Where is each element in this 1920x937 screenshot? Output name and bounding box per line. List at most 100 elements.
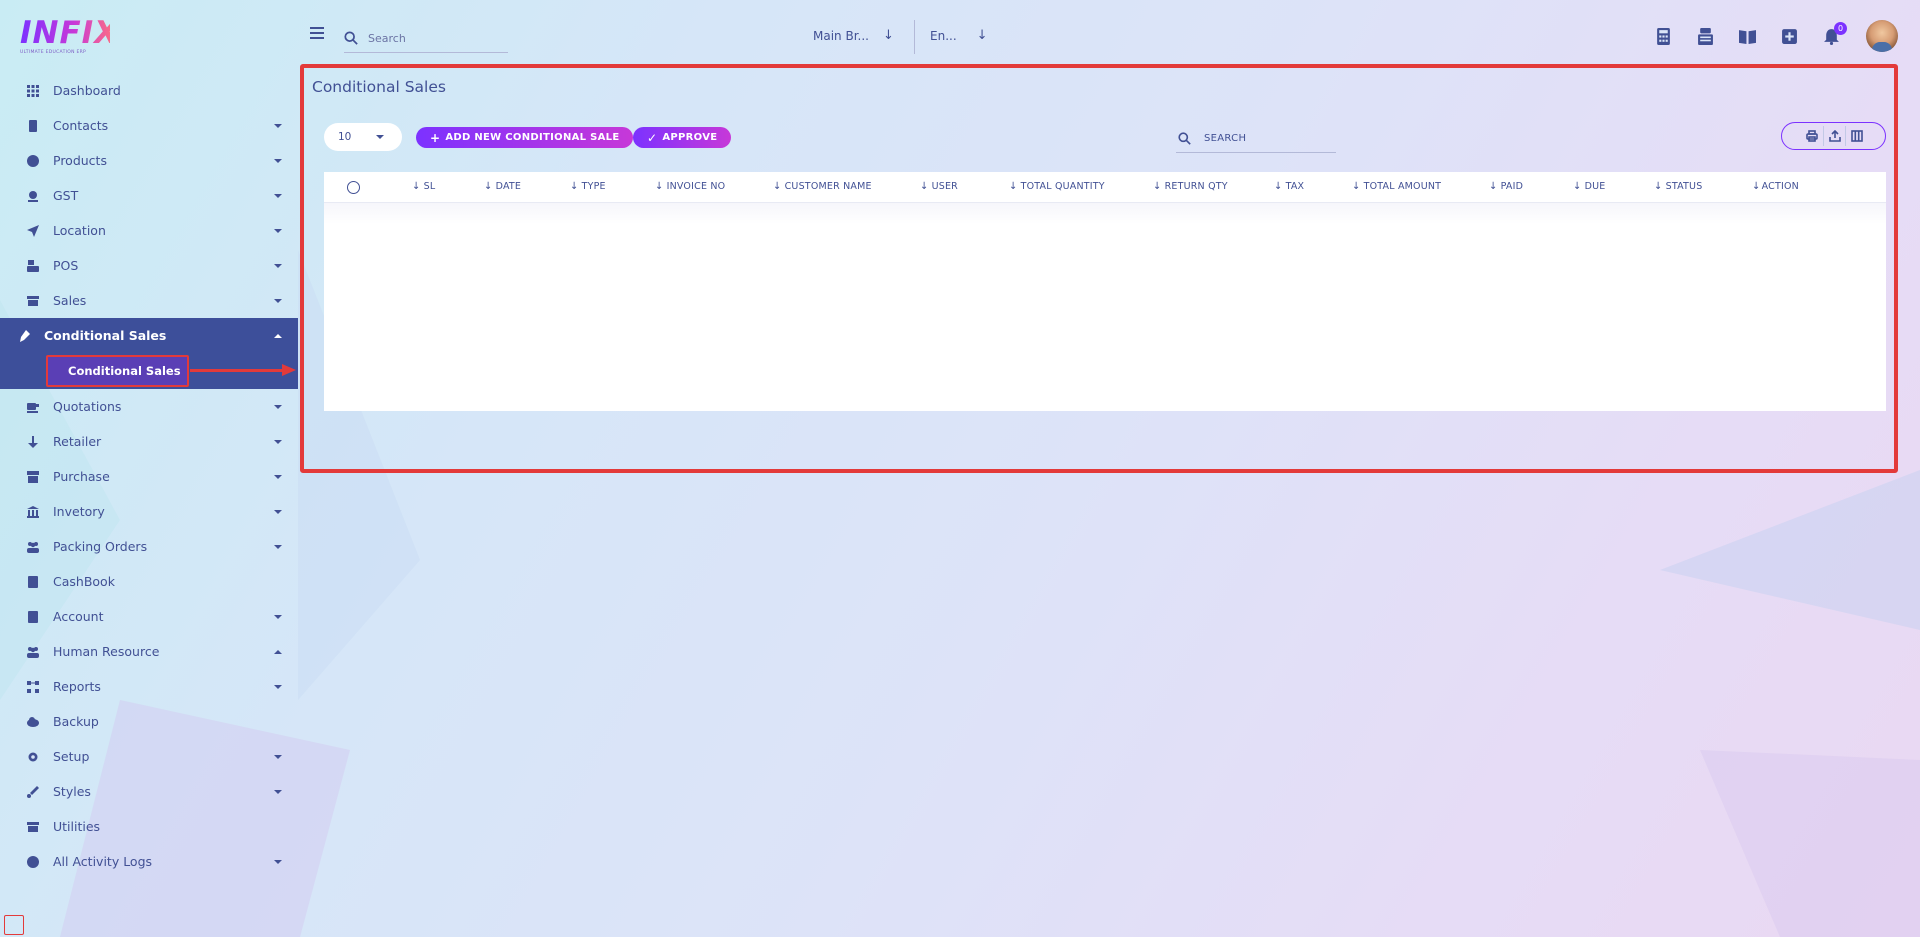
add-square-icon[interactable] bbox=[1780, 27, 1798, 45]
sidebar-item-label: Conditional Sales bbox=[44, 328, 167, 343]
chevron-down-icon bbox=[274, 439, 282, 444]
chevron-down-icon bbox=[274, 263, 282, 268]
chevron-down-icon bbox=[274, 509, 282, 514]
main-content-panel: Conditional Sales 10 + ADD NEW CONDITION… bbox=[300, 64, 1898, 473]
cash-register-icon[interactable] bbox=[1696, 27, 1714, 45]
language-select[interactable]: En... ↓ bbox=[930, 28, 988, 43]
branch-select[interactable]: Main Br... ↓ bbox=[813, 28, 894, 43]
column-header-status[interactable]: ↓ STATUS bbox=[1654, 181, 1702, 192]
sidebar-item-retailer[interactable]: Retailer bbox=[0, 424, 298, 459]
per-page-select[interactable]: 10 bbox=[324, 123, 402, 151]
hamburger-menu-icon[interactable] bbox=[310, 27, 324, 39]
arrow-down-icon: ↓ bbox=[882, 28, 894, 43]
check-icon: ✓ bbox=[647, 130, 658, 145]
sidebar-item-products[interactable]: Products bbox=[0, 143, 298, 178]
sidebar-item-purchase[interactable]: Purchase bbox=[0, 459, 298, 494]
print-icon[interactable] bbox=[1801, 126, 1823, 146]
sidebar-item-cashbook[interactable]: CashBook bbox=[0, 564, 298, 599]
sidebar-item-quotations[interactable]: Quotations bbox=[0, 389, 298, 424]
select-all-checkbox[interactable] bbox=[347, 181, 360, 194]
sidebar-item-dashboard[interactable]: Dashboard bbox=[0, 73, 298, 108]
chevron-down-icon bbox=[274, 684, 282, 689]
per-page-value: 10 bbox=[338, 131, 352, 143]
gear-icon bbox=[27, 751, 39, 763]
column-header-date[interactable]: ↓ DATE bbox=[484, 181, 521, 192]
sidebar-subitem-conditional-sales[interactable]: Conditional Sales bbox=[46, 355, 189, 387]
sidebar-item-contacts[interactable]: Contacts bbox=[0, 108, 298, 143]
columns-icon[interactable] bbox=[1845, 126, 1867, 146]
sidebar-item-backup[interactable]: Backup bbox=[0, 704, 298, 739]
column-header-total-amount[interactable]: ↓ TOTAL AMOUNT bbox=[1352, 181, 1441, 192]
sort-arrow-icon: ↓ bbox=[1352, 181, 1361, 192]
sidebar-item-account[interactable]: Account bbox=[0, 599, 298, 634]
column-header-paid[interactable]: ↓ PAID bbox=[1489, 181, 1523, 192]
gst-icon bbox=[27, 190, 39, 202]
column-header-type[interactable]: ↓ TYPE bbox=[570, 181, 606, 192]
brand-logo[interactable]: INFIX ULTIMATE EDUCATION ERP bbox=[20, 15, 120, 58]
avatar[interactable] bbox=[1866, 20, 1898, 52]
sort-arrow-icon: ↓ bbox=[1153, 181, 1162, 192]
column-header-sl[interactable]: ↓ SL bbox=[412, 181, 435, 192]
sidebar-item-inventory[interactable]: Invetory bbox=[0, 494, 298, 529]
approve-button[interactable]: ✓ APPROVE bbox=[633, 127, 732, 148]
chevron-up-icon bbox=[274, 649, 282, 654]
cashbook-icon bbox=[27, 575, 39, 588]
column-header-invoice-no[interactable]: ↓ INVOICE NO bbox=[655, 181, 725, 192]
debug-icon[interactable] bbox=[4, 915, 24, 935]
column-header-tax[interactable]: ↓ TAX bbox=[1274, 181, 1304, 192]
annotation-arrow-line bbox=[190, 369, 286, 372]
sidebar-item-human-resource[interactable]: Human Resource bbox=[0, 634, 298, 669]
calculator-icon[interactable] bbox=[1654, 27, 1672, 45]
global-search-input[interactable] bbox=[368, 31, 488, 45]
column-header-action[interactable]: ↓ACTION bbox=[1752, 181, 1799, 192]
sidebar-item-conditional-sales[interactable]: Conditional Sales bbox=[0, 318, 298, 353]
sort-arrow-icon: ↓ bbox=[1489, 181, 1498, 192]
sidebar-item-styles[interactable]: Styles bbox=[0, 774, 298, 809]
chevron-up-icon bbox=[274, 333, 282, 338]
table-search-input[interactable] bbox=[1204, 133, 1324, 144]
sort-arrow-icon: ↓ bbox=[484, 181, 493, 192]
chevron-down-icon bbox=[274, 228, 282, 233]
brush-icon bbox=[27, 785, 39, 798]
sales-icon bbox=[27, 295, 39, 307]
topbar-divider bbox=[914, 20, 915, 54]
sidebar-item-label: Sales bbox=[53, 293, 87, 308]
sidebar-item-label: Utilities bbox=[53, 819, 101, 834]
column-header-total-quantity[interactable]: ↓ TOTAL QUANTITY bbox=[1009, 181, 1105, 192]
table-tools bbox=[1781, 122, 1886, 150]
quotations-icon bbox=[27, 401, 39, 413]
table-search bbox=[1176, 125, 1336, 153]
sidebar-item-gst[interactable]: GST bbox=[0, 178, 298, 213]
column-header-user[interactable]: ↓ USER bbox=[920, 181, 958, 192]
sidebar-item-pos[interactable]: POS bbox=[0, 248, 298, 283]
language-select-value: En... bbox=[930, 28, 957, 43]
column-header-due[interactable]: ↓ DUE bbox=[1573, 181, 1605, 192]
sidebar-item-reports[interactable]: Reports bbox=[0, 669, 298, 704]
utilities-icon bbox=[27, 821, 39, 833]
sidebar-item-label: Contacts bbox=[53, 118, 109, 133]
column-header-customer-name[interactable]: ↓ CUSTOMER NAME bbox=[773, 181, 872, 192]
topbar: Main Br... ↓ En... ↓ 0 bbox=[298, 0, 1920, 62]
sidebar-item-location[interactable]: Location bbox=[0, 213, 298, 248]
sidebar-item-packing-orders[interactable]: Packing Orders bbox=[0, 529, 298, 564]
book-icon[interactable] bbox=[1738, 27, 1756, 45]
chevron-down-icon bbox=[274, 754, 282, 759]
sidebar-item-label: Packing Orders bbox=[53, 539, 148, 554]
bell-icon[interactable]: 0 bbox=[1822, 22, 1847, 45]
add-new-conditional-sale-button[interactable]: + ADD NEW CONDITIONAL SALE bbox=[416, 127, 634, 148]
global-search bbox=[344, 24, 508, 53]
sidebar-item-utilities[interactable]: Utilities bbox=[0, 809, 298, 844]
human-resource-icon bbox=[27, 646, 39, 658]
sidebar-item-all-activity-logs[interactable]: All Activity Logs bbox=[0, 844, 298, 879]
brand-name: INFIX bbox=[20, 15, 120, 51]
column-header-return-qty[interactable]: ↓ RETURN QTY bbox=[1153, 181, 1228, 192]
sidebar-item-label: Invetory bbox=[53, 504, 105, 519]
sidebar-item-label: CashBook bbox=[53, 574, 115, 589]
sidebar-item-setup[interactable]: Setup bbox=[0, 739, 298, 774]
search-icon bbox=[1178, 132, 1191, 145]
export-icon[interactable] bbox=[1823, 126, 1845, 146]
products-icon bbox=[27, 154, 39, 167]
sidebar-item-sales[interactable]: Sales bbox=[0, 283, 298, 318]
chevron-down-icon bbox=[274, 158, 282, 163]
add-button-label: ADD NEW CONDITIONAL SALE bbox=[445, 132, 620, 143]
